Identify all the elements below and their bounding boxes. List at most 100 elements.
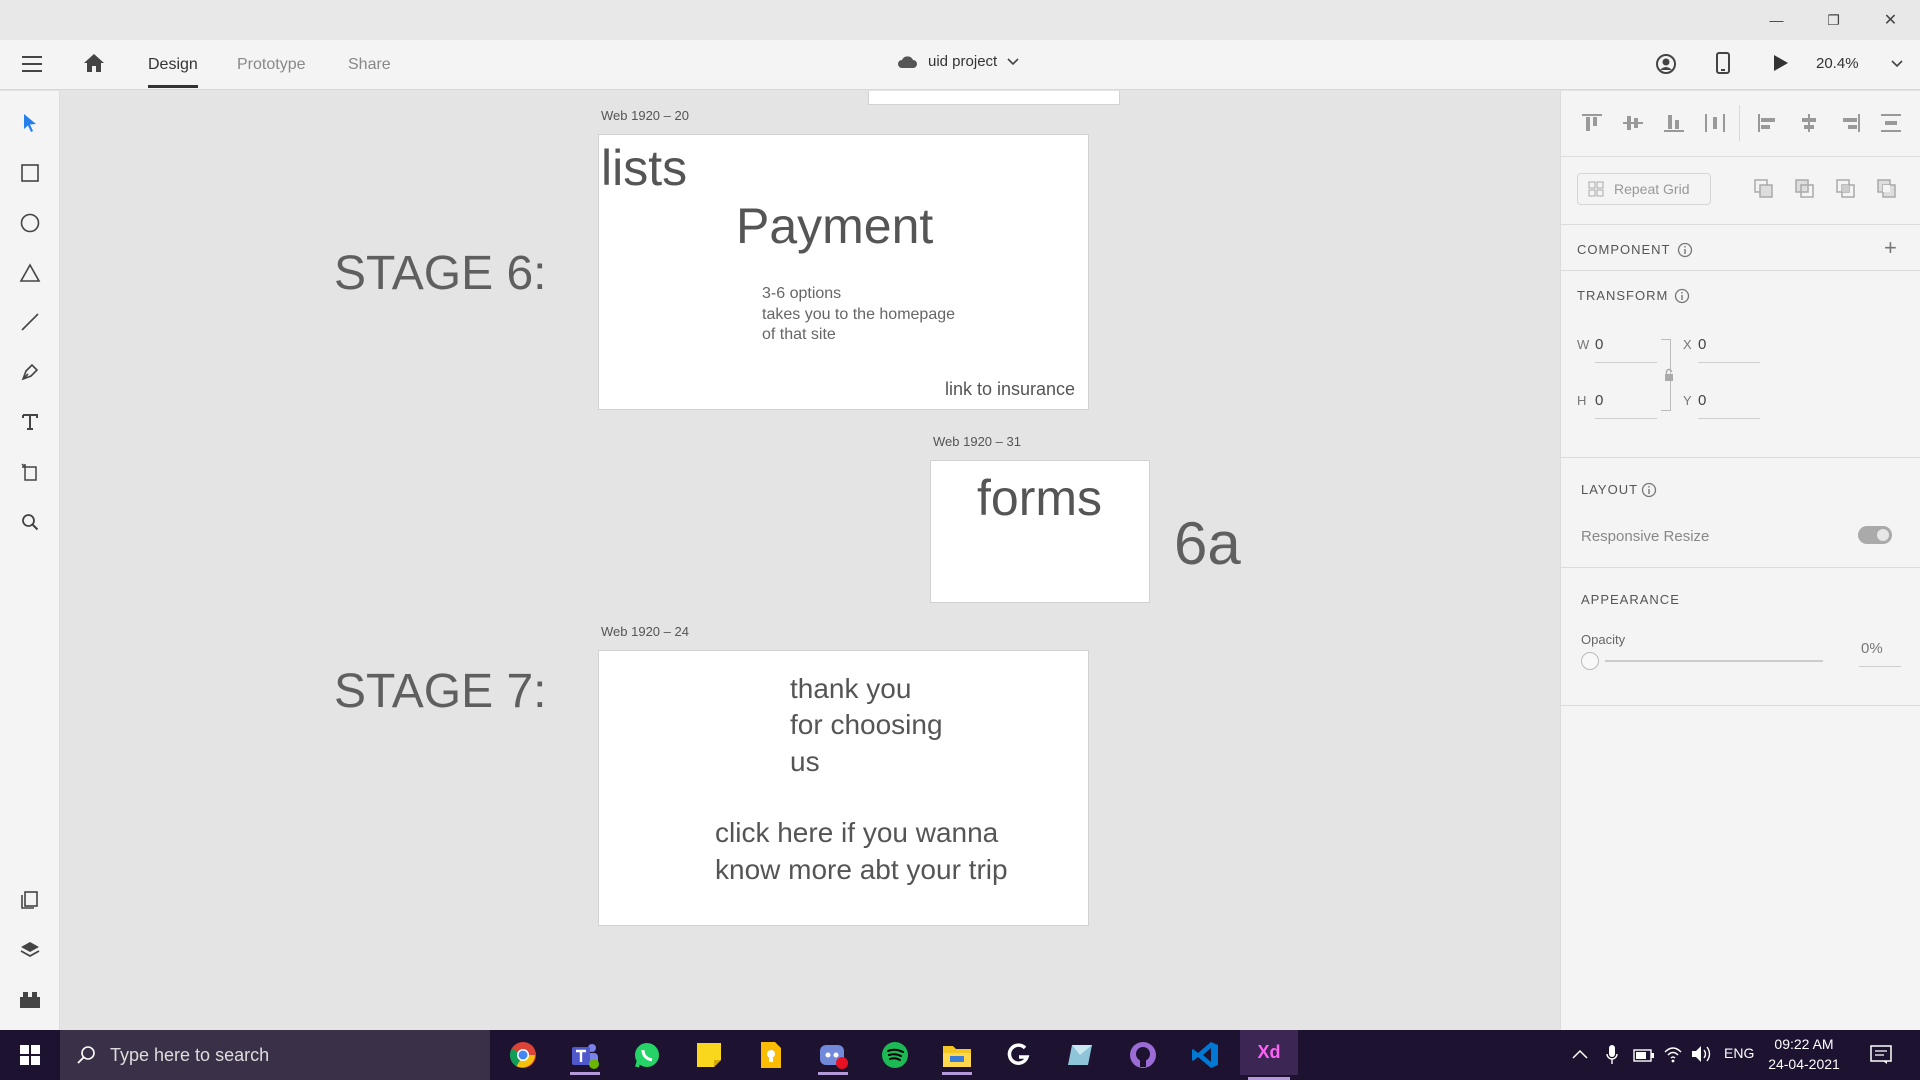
plugins-tool[interactable]	[15, 885, 45, 915]
opacity-slider-handle[interactable]	[1581, 652, 1599, 670]
maximize-button[interactable]: ❐	[1805, 0, 1862, 40]
height-underline	[1595, 418, 1657, 419]
artboard-text-insurance-link: link to insurance	[945, 379, 1076, 399]
hamburger-menu-icon[interactable]	[22, 56, 42, 72]
share-user-icon[interactable]	[1655, 53, 1677, 80]
boolean-intersect-icon[interactable]	[1836, 179, 1856, 199]
info-icon[interactable]	[1677, 242, 1693, 258]
artboard-text-lists: lists	[601, 140, 688, 196]
assets-tool[interactable]	[15, 985, 45, 1015]
align-top-icon[interactable]	[1581, 113, 1603, 133]
design-canvas[interactable]: STAGE 6: STAGE 7: Web 1920 – 20 lists Pa…	[61, 91, 1560, 1030]
layers-tool[interactable]	[15, 935, 45, 965]
teams-icon	[572, 1044, 599, 1069]
taskbar-xd[interactable]: Xd	[1240, 1030, 1298, 1080]
property-inspector: Repeat Grid COMPONENT + TRANSFORM W 0 H …	[1560, 91, 1920, 1030]
home-icon[interactable]	[82, 52, 106, 79]
taskbar-spotify[interactable]	[872, 1035, 918, 1075]
wifi-icon[interactable]	[1663, 1045, 1683, 1063]
select-tool[interactable]	[15, 108, 45, 138]
taskbar-vscode[interactable]	[1182, 1035, 1228, 1075]
clock[interactable]: 09:22 AM 24-04-2021	[1768, 1034, 1840, 1074]
taskbar-search-box[interactable]: Type here to search	[60, 1030, 490, 1080]
line-tool[interactable]	[15, 307, 45, 337]
pen-tool[interactable]	[15, 357, 45, 387]
notification-icon[interactable]	[1870, 1045, 1892, 1065]
align-center-icon[interactable]	[1798, 113, 1820, 133]
battery-icon[interactable]	[1633, 1047, 1655, 1063]
photos-icon	[1068, 1045, 1092, 1065]
artboard-tool[interactable]	[15, 457, 45, 487]
artboard-partial-top[interactable]	[868, 91, 1120, 105]
zoom-level[interactable]: 20.4%	[1816, 55, 1903, 72]
x-value[interactable]: 0	[1698, 336, 1706, 353]
text-tool[interactable]	[15, 407, 45, 437]
distribute-horizontal-icon[interactable]	[1704, 113, 1726, 133]
artboard-label[interactable]: Web 1920 – 20	[601, 108, 689, 123]
artboard-label[interactable]: Web 1920 – 31	[933, 434, 1021, 449]
taskbar-discord[interactable]	[810, 1035, 856, 1075]
artboard-web-1920-20[interactable]: lists Payment 3-6 options takes you to t…	[598, 134, 1089, 410]
mobile-preview-icon[interactable]	[1716, 52, 1730, 79]
taskbar-whatsapp[interactable]	[624, 1035, 670, 1075]
info-icon[interactable]	[1641, 482, 1657, 498]
opacity-slider[interactable]	[1581, 651, 1823, 671]
rectangle-tool[interactable]	[15, 158, 45, 188]
artboard-text-homepage: takes you to the homepage	[762, 306, 956, 323]
artboard-web-1920-24[interactable]: thank you for choosing us click here if …	[598, 650, 1089, 926]
ellipse-tool[interactable]	[15, 208, 45, 238]
info-icon[interactable]	[1674, 288, 1690, 304]
note-6a: 6a	[1174, 510, 1241, 577]
tab-prototype[interactable]: Prototype	[237, 56, 305, 74]
boolean-exclude-icon[interactable]	[1877, 179, 1897, 199]
align-middle-icon[interactable]	[1622, 113, 1644, 133]
height-value[interactable]: 0	[1595, 392, 1603, 409]
project-title-dropdown[interactable]: uid project	[896, 53, 1019, 70]
tab-share[interactable]: Share	[348, 56, 391, 74]
repeat-grid-icon	[1588, 181, 1604, 197]
xd-icon: Xd	[1257, 1042, 1281, 1062]
taskbar-photos[interactable]	[1058, 1035, 1104, 1075]
plugins-icon	[21, 891, 38, 909]
taskbar-file-explorer[interactable]	[934, 1035, 980, 1075]
taskbar-logitech[interactable]	[996, 1035, 1042, 1075]
taskbar-chrome[interactable]	[500, 1035, 546, 1075]
artboard-web-1920-31[interactable]: forms	[930, 460, 1150, 603]
distribute-vertical-icon[interactable]	[1880, 113, 1902, 133]
opacity-value[interactable]: 0%	[1861, 640, 1883, 657]
minimize-button[interactable]: —	[1748, 0, 1805, 40]
close-button[interactable]: ✕	[1862, 0, 1919, 40]
artboard-label[interactable]: Web 1920 – 24	[601, 624, 689, 639]
add-component-icon[interactable]: +	[1884, 235, 1897, 261]
taskbar-keep[interactable]	[748, 1035, 794, 1075]
taskbar-sticky-notes[interactable]	[686, 1035, 732, 1075]
align-left-icon[interactable]	[1757, 113, 1779, 133]
align-bottom-icon[interactable]	[1663, 113, 1685, 133]
width-value[interactable]: 0	[1595, 336, 1603, 353]
language-indicator[interactable]: ENG	[1724, 1045, 1754, 1061]
align-right-icon[interactable]	[1839, 113, 1861, 133]
start-button[interactable]	[0, 1030, 60, 1080]
play-preview-icon[interactable]	[1773, 54, 1789, 77]
zoom-icon	[22, 514, 39, 531]
responsive-resize-toggle[interactable]	[1858, 526, 1892, 544]
sticky-notes-icon	[697, 1043, 721, 1067]
taskbar-github[interactable]	[1120, 1035, 1166, 1075]
boolean-subtract-icon[interactable]	[1795, 179, 1815, 199]
chevron-up-icon[interactable]	[1572, 1049, 1588, 1059]
tab-design[interactable]: Design	[148, 56, 198, 88]
y-value[interactable]: 0	[1698, 392, 1706, 409]
artboard-text-forms: forms	[977, 470, 1102, 526]
active-indicator	[818, 1072, 848, 1075]
volume-icon[interactable]	[1691, 1045, 1713, 1063]
taskbar-teams[interactable]	[562, 1035, 608, 1075]
boolean-add-icon[interactable]	[1754, 179, 1774, 199]
microphone-icon[interactable]	[1606, 1044, 1618, 1066]
polygon-tool[interactable]	[15, 258, 45, 288]
restore-icon: ❐	[1827, 11, 1840, 28]
chevron-down-icon	[1890, 59, 1903, 67]
repeat-grid-button[interactable]: Repeat Grid	[1577, 173, 1711, 205]
align-divider	[1739, 105, 1740, 141]
zoom-tool[interactable]	[15, 507, 45, 537]
lock-aspect-icon[interactable]	[1661, 339, 1673, 411]
